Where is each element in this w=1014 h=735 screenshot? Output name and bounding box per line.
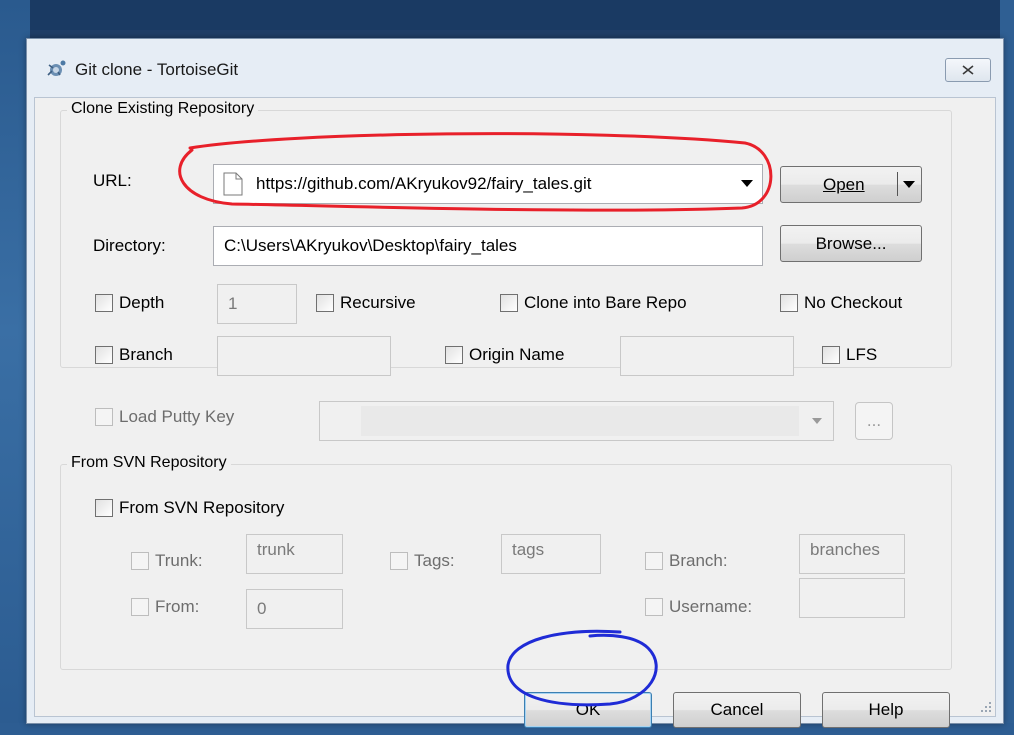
url-combobox[interactable]: https://github.com/AKryukov92/fairy_tale…: [213, 164, 763, 204]
url-label: URL:: [93, 171, 132, 190]
open-button-label: Open: [823, 174, 865, 194]
svn-branch-label: Branch:: [669, 551, 728, 570]
putty-key-combobox-field: [361, 406, 799, 436]
recursive-label: Recursive: [340, 293, 416, 312]
directory-label: Directory:: [93, 236, 166, 255]
from-revision-label: From:: [155, 597, 200, 616]
depth-input[interactable]: 1: [217, 284, 297, 324]
tags-label: Tags:: [414, 551, 455, 570]
username-label: Username:: [669, 597, 753, 616]
desktop-background-top: [0, 0, 1014, 30]
from-svn-checkbox[interactable]: [95, 499, 113, 517]
from-revision-value: 0: [257, 599, 267, 618]
origin-name-input[interactable]: [620, 336, 794, 376]
window-title: Git clone - TortoiseGit: [75, 60, 239, 79]
no-checkout-checkbox[interactable]: [780, 294, 798, 312]
putty-key-browse-button[interactable]: ...: [855, 402, 893, 440]
ok-button[interactable]: OK: [524, 692, 652, 728]
directory-input[interactable]: C:\Users\AKryukov\Desktop\fairy_tales: [213, 226, 763, 266]
tags-input[interactable]: tags: [501, 534, 601, 574]
dialog-client-area: Clone Existing Repository URL: https://g…: [34, 97, 996, 728]
putty-dropdown-arrow-icon[interactable]: [812, 418, 822, 425]
svn-group-title: From SVN Repository: [67, 454, 231, 472]
svn-branch-value: branches: [810, 540, 880, 559]
title-bar[interactable]: Git clone - TortoiseGit: [27, 39, 1003, 97]
trunk-value: trunk: [257, 540, 295, 559]
load-putty-key-label: Load Putty Key: [119, 407, 235, 426]
resize-grip-icon[interactable]: [979, 700, 993, 714]
origin-name-checkbox[interactable]: [445, 346, 463, 364]
recursive-checkbox[interactable]: [316, 294, 334, 312]
tags-value: tags: [512, 540, 545, 559]
trunk-label: Trunk:: [155, 551, 203, 570]
tags-checkbox[interactable]: [390, 552, 408, 570]
url-dropdown-arrow-icon[interactable]: [741, 180, 753, 188]
tortoisegit-app-icon: [47, 60, 66, 76]
username-checkbox[interactable]: [645, 598, 663, 616]
directory-value: C:\Users\AKryukov\Desktop\fairy_tales: [224, 236, 517, 255]
open-button[interactable]: Open: [780, 166, 922, 203]
no-checkout-label: No Checkout: [804, 293, 903, 312]
depth-checkbox[interactable]: [95, 294, 113, 312]
file-icon: [223, 172, 243, 196]
clone-bare-repo-checkbox[interactable]: [500, 294, 518, 312]
git-clone-dialog: Git clone - TortoiseGit Clone Existing R…: [26, 38, 1004, 728]
branch-label: Branch: [119, 345, 173, 364]
trunk-input[interactable]: trunk: [246, 534, 343, 574]
depth-value: 1: [228, 294, 238, 313]
svn-branch-checkbox[interactable]: [645, 552, 663, 570]
open-dropdown-arrow-icon[interactable]: [903, 181, 915, 189]
origin-name-label: Origin Name: [469, 345, 565, 364]
svn-branch-input[interactable]: branches: [799, 534, 905, 574]
url-value: https://github.com/AKryukov92/fairy_tale…: [256, 174, 592, 193]
load-putty-key-checkbox[interactable]: [95, 408, 113, 426]
cancel-button[interactable]: Cancel: [673, 692, 801, 728]
from-revision-checkbox[interactable]: [131, 598, 149, 616]
clone-bare-repo-label: Clone into Bare Repo: [524, 293, 687, 312]
clone-existing-group-title: Clone Existing Repository: [67, 100, 259, 118]
close-icon: [962, 65, 974, 75]
branch-checkbox[interactable]: [95, 346, 113, 364]
trunk-checkbox[interactable]: [131, 552, 149, 570]
from-svn-label: From SVN Repository: [119, 498, 285, 517]
branch-input[interactable]: [217, 336, 391, 376]
browse-directory-button[interactable]: Browse...: [780, 225, 922, 262]
open-button-separator: [897, 172, 898, 196]
depth-label: Depth: [119, 293, 165, 312]
close-button[interactable]: [945, 58, 991, 82]
lfs-label: LFS: [846, 345, 878, 364]
help-button[interactable]: Help: [822, 692, 950, 728]
lfs-checkbox[interactable]: [822, 346, 840, 364]
username-input[interactable]: [799, 578, 905, 618]
from-revision-input[interactable]: 0: [246, 589, 343, 629]
